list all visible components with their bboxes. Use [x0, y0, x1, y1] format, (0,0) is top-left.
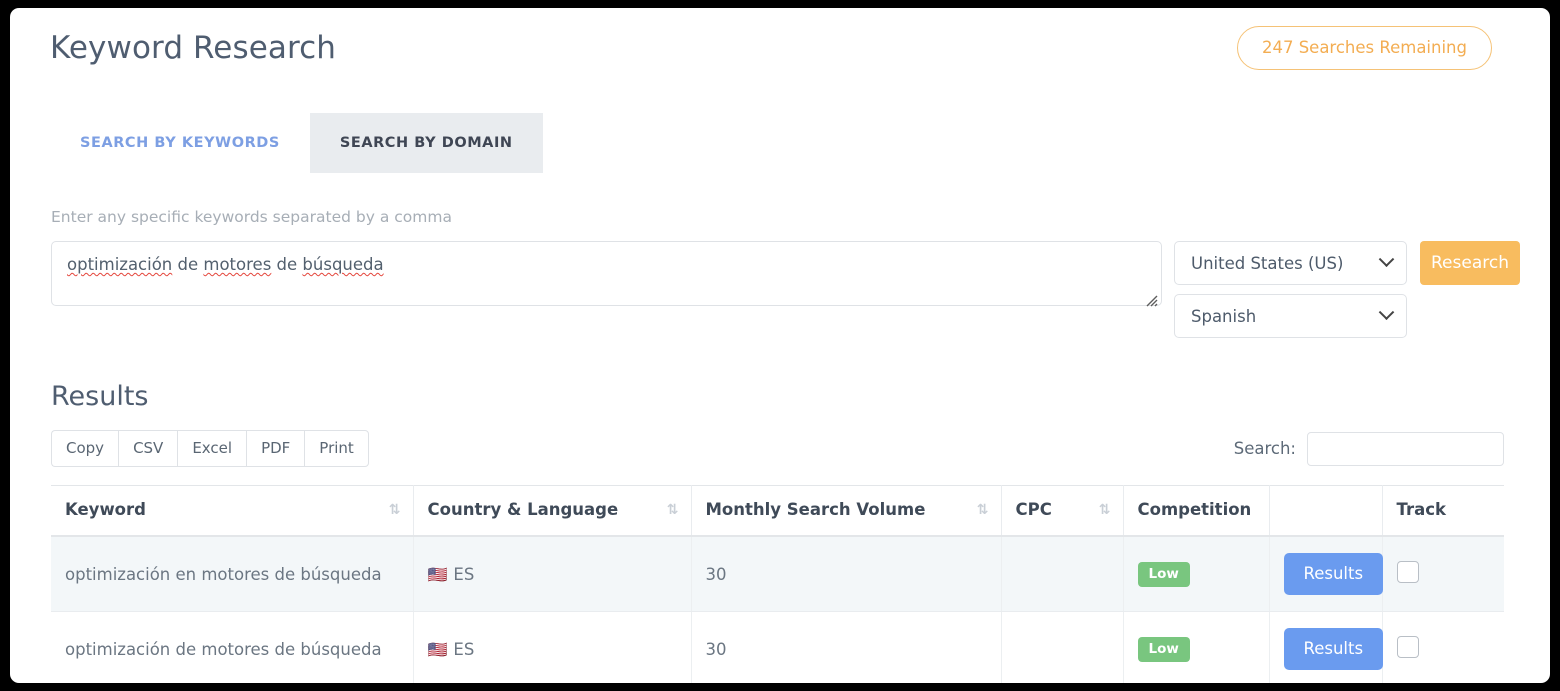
screen-frame: Keyword Research 247 Searches Remaining …: [0, 0, 1560, 691]
searches-remaining-badge: 247 Searches Remaining: [1237, 26, 1492, 70]
column-header-label: Track: [1397, 500, 1446, 519]
competition-badge: Low: [1138, 562, 1190, 587]
cell-cpc: [1001, 536, 1123, 612]
cell-competition: Low: [1123, 536, 1269, 612]
table-row: optimización de motores de búsqueda 🇺🇸 E…: [51, 612, 1504, 684]
cell-monthly-search-volume: 30: [691, 536, 1001, 612]
table-search-filter: Search:: [1234, 432, 1504, 466]
search-mode-tabs: SEARCH BY KEYWORDS SEARCH BY DOMAIN: [40, 113, 1520, 173]
cell-track: [1382, 536, 1504, 612]
country-select-value: United States (US): [1191, 254, 1343, 273]
cell-keyword: optimización en motores de búsqueda: [51, 536, 413, 612]
cell-actions: Results: [1269, 536, 1382, 612]
page-title: Keyword Research: [40, 30, 336, 66]
table-header-row: Keyword ⇅ Country & Language ⇅ Monthly S…: [51, 486, 1504, 537]
table-search-label: Search:: [1234, 439, 1296, 458]
cell-country-language: 🇺🇸 ES: [413, 612, 691, 684]
column-header-cpc[interactable]: CPC ⇅: [1001, 486, 1123, 537]
tab-search-by-domain[interactable]: SEARCH BY DOMAIN: [310, 113, 543, 173]
column-header-competition[interactable]: Competition: [1123, 486, 1269, 537]
row-results-button[interactable]: Results: [1284, 628, 1384, 670]
column-header-track[interactable]: Track ⇅: [1382, 486, 1504, 537]
column-header-label: Keyword: [65, 500, 146, 519]
excel-button[interactable]: Excel: [177, 430, 246, 467]
column-header-keyword[interactable]: Keyword ⇅: [51, 486, 413, 537]
locale-selects: United States (US) Spanish: [1174, 241, 1407, 338]
pdf-button[interactable]: PDF: [246, 430, 304, 467]
research-button[interactable]: Research: [1420, 241, 1520, 285]
column-header-label: Country & Language: [428, 500, 619, 519]
results-title: Results: [40, 381, 1520, 412]
us-flag-icon: 🇺🇸: [428, 565, 448, 584]
cell-cpc: [1001, 612, 1123, 684]
query-row: optimización de motores de búsqueda Unit…: [40, 241, 1520, 338]
page-header: Keyword Research 247 Searches Remaining: [40, 8, 1520, 70]
cell-competition: Low: [1123, 612, 1269, 684]
us-flag-icon: 🇺🇸: [428, 640, 448, 659]
country-language-code: ES: [453, 640, 474, 659]
print-button[interactable]: Print: [304, 430, 369, 467]
chevron-down-icon: [1379, 251, 1395, 267]
keywords-textarea-wrap: optimización de motores de búsqueda: [51, 241, 1162, 310]
cell-track: [1382, 612, 1504, 684]
chevron-down-icon: [1379, 304, 1395, 320]
sort-icon[interactable]: ⇅: [389, 502, 399, 518]
track-checkbox[interactable]: [1397, 561, 1419, 583]
column-header-label: Monthly Search Volume: [706, 500, 926, 519]
page-content: Keyword Research 247 Searches Remaining …: [10, 8, 1550, 683]
column-header-country-language[interactable]: Country & Language ⇅: [413, 486, 691, 537]
export-button-group: Copy CSV Excel PDF Print: [51, 430, 369, 467]
sort-icon[interactable]: ⇅: [977, 502, 987, 518]
cell-monthly-search-volume: 30: [691, 612, 1001, 684]
copy-button[interactable]: Copy: [51, 430, 118, 467]
competition-badge: Low: [1138, 637, 1190, 662]
table-controls: Copy CSV Excel PDF Print Search:: [40, 430, 1520, 467]
app-card: Keyword Research 247 Searches Remaining …: [10, 8, 1550, 683]
results-table-head: Keyword ⇅ Country & Language ⇅ Monthly S…: [51, 486, 1504, 537]
table-row: optimización en motores de búsqueda 🇺🇸 E…: [51, 536, 1504, 612]
cell-country-language: 🇺🇸 ES: [413, 536, 691, 612]
results-table-scroll[interactable]: Keyword ⇅ Country & Language ⇅ Monthly S…: [51, 485, 1504, 683]
cell-actions: Results: [1269, 612, 1382, 684]
row-results-button[interactable]: Results: [1284, 553, 1384, 595]
cell-keyword: optimización de motores de búsqueda: [51, 612, 413, 684]
csv-button[interactable]: CSV: [118, 430, 177, 467]
column-header-label: CPC: [1016, 500, 1052, 519]
keywords-field-label: Enter any specific keywords separated by…: [40, 208, 1520, 226]
tab-search-by-keywords[interactable]: SEARCH BY KEYWORDS: [50, 113, 310, 173]
sort-icon[interactable]: ⇅: [667, 502, 677, 518]
column-header-monthly-search-volume[interactable]: Monthly Search Volume ⇅: [691, 486, 1001, 537]
results-table-body: optimización en motores de búsqueda 🇺🇸 E…: [51, 536, 1504, 683]
country-language-code: ES: [453, 565, 474, 584]
column-header-actions: [1269, 486, 1382, 537]
track-checkbox[interactable]: [1397, 636, 1419, 658]
column-header-label: Competition: [1138, 500, 1252, 519]
language-select[interactable]: Spanish: [1174, 294, 1407, 338]
country-select[interactable]: United States (US): [1174, 241, 1407, 285]
table-search-input[interactable]: [1307, 432, 1504, 466]
sort-icon[interactable]: ⇅: [1099, 502, 1109, 518]
language-select-value: Spanish: [1191, 307, 1256, 326]
results-table: Keyword ⇅ Country & Language ⇅ Monthly S…: [51, 485, 1504, 683]
keywords-input[interactable]: [51, 241, 1162, 306]
